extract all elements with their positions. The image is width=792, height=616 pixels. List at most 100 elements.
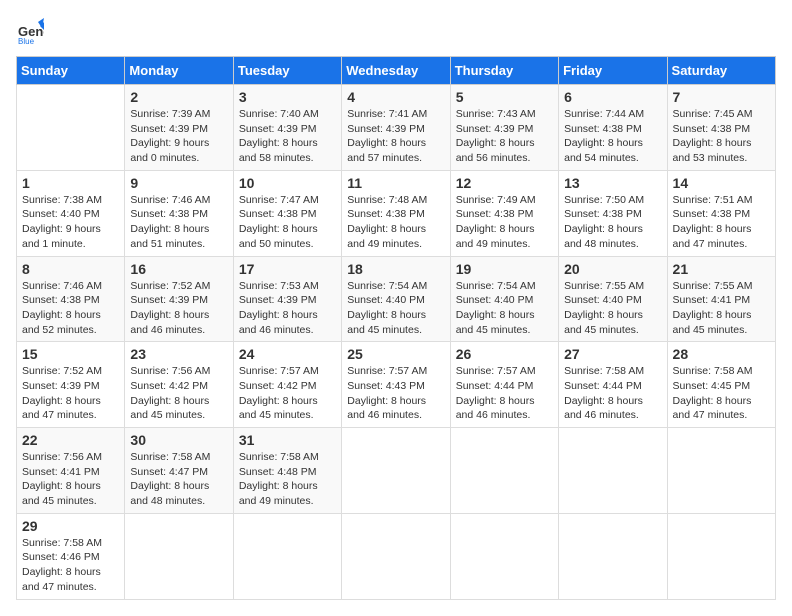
day-info: Sunrise: 7:58 AM Sunset: 4:44 PM Dayligh… (564, 364, 661, 423)
day-info: Sunrise: 7:54 AM Sunset: 4:40 PM Dayligh… (347, 279, 444, 338)
day-info: Sunrise: 7:55 AM Sunset: 4:41 PM Dayligh… (673, 279, 770, 338)
day-number: 10 (239, 175, 336, 191)
calendar-header: SundayMondayTuesdayWednesdayThursdayFrid… (17, 57, 776, 85)
calendar-cell: 2Sunrise: 7:39 AM Sunset: 4:39 PM Daylig… (125, 85, 233, 171)
day-info: Sunrise: 7:56 AM Sunset: 4:41 PM Dayligh… (22, 450, 119, 509)
calendar-cell (559, 513, 667, 599)
calendar-cell: 6 Sunrise: 7:44 AM Sunset: 4:38 PM Daylig… (559, 85, 667, 171)
calendar-cell: 5Sunrise: 7:43 AM Sunset: 4:39 PM Daylig… (450, 85, 558, 171)
calendar-week-row: 2Sunrise: 7:39 AM Sunset: 4:39 PM Daylig… (17, 85, 776, 171)
day-info: Sunrise: 7:57 AM Sunset: 4:44 PM Dayligh… (456, 364, 553, 423)
day-number: 24 (239, 346, 336, 362)
day-number: 3 (239, 89, 336, 105)
day-number: 21 (673, 261, 770, 277)
weekday-header: Wednesday (342, 57, 450, 85)
day-info: Sunrise: 7:44 AM Sunset: 4:38 PM Dayligh… (564, 107, 661, 166)
calendar-cell (450, 428, 558, 514)
calendar-week-row: 15 Sunrise: 7:52 AM Sunset: 4:39 PM Dayli… (17, 342, 776, 428)
calendar-week-row: 1 Sunrise: 7:38 AM Sunset: 4:40 PM Daylig… (17, 170, 776, 256)
day-number: 20 (564, 261, 661, 277)
calendar-cell: 13 Sunrise: 7:50 AM Sunset: 4:38 PM Dayli… (559, 170, 667, 256)
day-number: 1 (22, 175, 119, 191)
day-info: Sunrise: 7:58 AM Sunset: 4:47 PM Dayligh… (130, 450, 227, 509)
day-info: Sunrise: 7:58 AM Sunset: 4:46 PM Dayligh… (22, 536, 119, 595)
day-info: Sunrise: 7:52 AM Sunset: 4:39 PM Dayligh… (22, 364, 119, 423)
calendar-cell: 11 Sunrise: 7:48 AM Sunset: 4:38 PM Dayli… (342, 170, 450, 256)
calendar-cell: 21 Sunrise: 7:55 AM Sunset: 4:41 PM Dayli… (667, 256, 775, 342)
day-number: 27 (564, 346, 661, 362)
weekday-header: Saturday (667, 57, 775, 85)
day-info: Sunrise: 7:51 AM Sunset: 4:38 PM Dayligh… (673, 193, 770, 252)
day-info: Sunrise: 7:41 AM Sunset: 4:39 PM Dayligh… (347, 107, 444, 166)
day-number: 30 (130, 432, 227, 448)
day-number: 25 (347, 346, 444, 362)
weekday-header: Thursday (450, 57, 558, 85)
day-number: 26 (456, 346, 553, 362)
weekday-header: Sunday (17, 57, 125, 85)
day-number: 2 (130, 89, 227, 105)
day-info: Sunrise: 7:56 AM Sunset: 4:42 PM Dayligh… (130, 364, 227, 423)
day-number: 19 (456, 261, 553, 277)
calendar-week-row: 22 Sunrise: 7:56 AM Sunset: 4:41 PM Dayli… (17, 428, 776, 514)
day-number: 15 (22, 346, 119, 362)
day-number: 9 (130, 175, 227, 191)
calendar-cell: 3Sunrise: 7:40 AM Sunset: 4:39 PM Daylig… (233, 85, 341, 171)
logo-icon: General Blue (16, 16, 44, 44)
calendar-cell: 26 Sunrise: 7:57 AM Sunset: 4:44 PM Dayli… (450, 342, 558, 428)
calendar-cell: 7Sunrise: 7:45 AM Sunset: 4:38 PM Daylig… (667, 85, 775, 171)
day-number: 7 (673, 89, 770, 105)
day-info: Sunrise: 7:57 AM Sunset: 4:43 PM Dayligh… (347, 364, 444, 423)
day-info: Sunrise: 7:55 AM Sunset: 4:40 PM Dayligh… (564, 279, 661, 338)
calendar-cell: 9Sunrise: 7:46 AM Sunset: 4:38 PM Daylig… (125, 170, 233, 256)
calendar-week-row: 8 Sunrise: 7:46 AM Sunset: 4:38 PM Daylig… (17, 256, 776, 342)
day-number: 5 (456, 89, 553, 105)
calendar-body: 2Sunrise: 7:39 AM Sunset: 4:39 PM Daylig… (17, 85, 776, 600)
day-number: 22 (22, 432, 119, 448)
day-number: 28 (673, 346, 770, 362)
day-info: Sunrise: 7:38 AM Sunset: 4:40 PM Dayligh… (22, 193, 119, 252)
calendar-cell: 12 Sunrise: 7:49 AM Sunset: 4:38 PM Dayli… (450, 170, 558, 256)
day-number: 11 (347, 175, 444, 191)
calendar-cell: 8 Sunrise: 7:46 AM Sunset: 4:38 PM Daylig… (17, 256, 125, 342)
calendar-cell: 31Sunrise: 7:58 AM Sunset: 4:48 PM Dayli… (233, 428, 341, 514)
day-number: 12 (456, 175, 553, 191)
day-number: 8 (22, 261, 119, 277)
weekday-header: Tuesday (233, 57, 341, 85)
day-info: Sunrise: 7:48 AM Sunset: 4:38 PM Dayligh… (347, 193, 444, 252)
day-info: Sunrise: 7:54 AM Sunset: 4:40 PM Dayligh… (456, 279, 553, 338)
day-info: Sunrise: 7:46 AM Sunset: 4:38 PM Dayligh… (22, 279, 119, 338)
day-info: Sunrise: 7:50 AM Sunset: 4:38 PM Dayligh… (564, 193, 661, 252)
svg-text:Blue: Blue (18, 37, 35, 44)
calendar-cell (559, 428, 667, 514)
calendar-cell: 22 Sunrise: 7:56 AM Sunset: 4:41 PM Dayli… (17, 428, 125, 514)
header: General Blue (16, 16, 776, 44)
calendar-cell: 18 Sunrise: 7:54 AM Sunset: 4:40 PM Dayli… (342, 256, 450, 342)
calendar-cell: 24 Sunrise: 7:57 AM Sunset: 4:42 PM Dayli… (233, 342, 341, 428)
day-info: Sunrise: 7:49 AM Sunset: 4:38 PM Dayligh… (456, 193, 553, 252)
calendar-cell: 1 Sunrise: 7:38 AM Sunset: 4:40 PM Daylig… (17, 170, 125, 256)
calendar-cell: 20 Sunrise: 7:55 AM Sunset: 4:40 PM Dayli… (559, 256, 667, 342)
calendar-cell (342, 513, 450, 599)
calendar-cell (450, 513, 558, 599)
day-info: Sunrise: 7:53 AM Sunset: 4:39 PM Dayligh… (239, 279, 336, 338)
calendar-cell: 25 Sunrise: 7:57 AM Sunset: 4:43 PM Dayli… (342, 342, 450, 428)
day-number: 18 (347, 261, 444, 277)
calendar-cell: 16Sunrise: 7:52 AM Sunset: 4:39 PM Dayli… (125, 256, 233, 342)
calendar-cell (233, 513, 341, 599)
day-info: Sunrise: 7:57 AM Sunset: 4:42 PM Dayligh… (239, 364, 336, 423)
day-info: Sunrise: 7:52 AM Sunset: 4:39 PM Dayligh… (130, 279, 227, 338)
calendar-week-row: 29Sunrise: 7:58 AM Sunset: 4:46 PM Dayli… (17, 513, 776, 599)
calendar-cell (342, 428, 450, 514)
calendar-cell: 30 Sunrise: 7:58 AM Sunset: 4:47 PM Dayli… (125, 428, 233, 514)
calendar-cell: 17 Sunrise: 7:53 AM Sunset: 4:39 PM Dayli… (233, 256, 341, 342)
day-number: 17 (239, 261, 336, 277)
calendar-table: SundayMondayTuesdayWednesdayThursdayFrid… (16, 56, 776, 600)
calendar-cell: 10Sunrise: 7:47 AM Sunset: 4:38 PM Dayli… (233, 170, 341, 256)
day-number: 13 (564, 175, 661, 191)
day-number: 4 (347, 89, 444, 105)
calendar-cell: 23Sunrise: 7:56 AM Sunset: 4:42 PM Dayli… (125, 342, 233, 428)
day-info: Sunrise: 7:58 AM Sunset: 4:48 PM Dayligh… (239, 450, 336, 509)
day-number: 6 (564, 89, 661, 105)
calendar-cell: 28Sunrise: 7:58 AM Sunset: 4:45 PM Dayli… (667, 342, 775, 428)
logo: General Blue (16, 16, 48, 44)
